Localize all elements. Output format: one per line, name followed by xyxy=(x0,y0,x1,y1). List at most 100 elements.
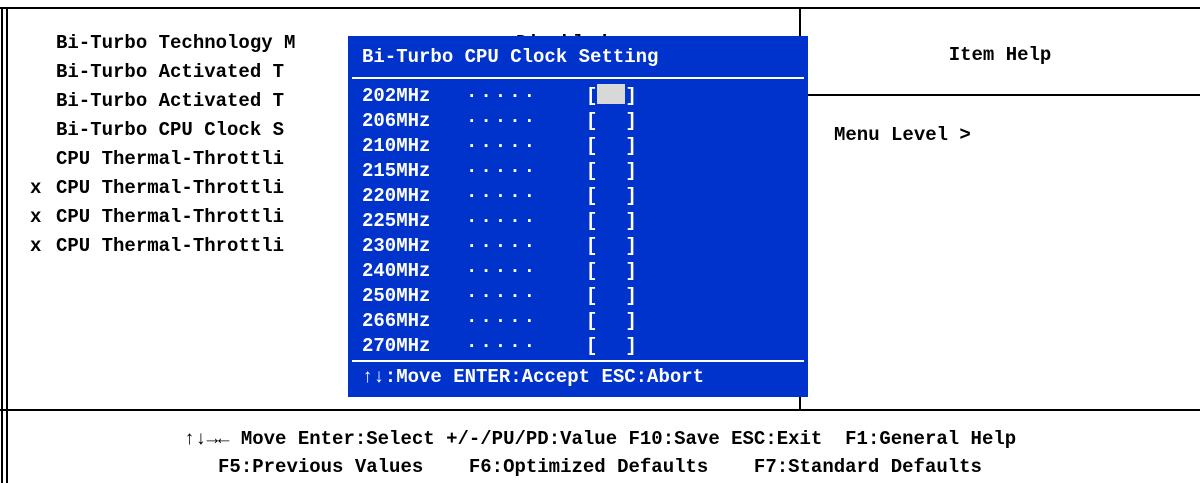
leader-dots: ····· xyxy=(466,135,539,157)
setting-row[interactable]: x CPU Thermal-Throttli xyxy=(30,175,284,201)
setting-marker xyxy=(30,117,56,143)
setting-row[interactable]: Bi-Turbo Activated T xyxy=(30,88,284,114)
clock-option[interactable]: 266MHz ····· [] xyxy=(362,309,637,334)
frame-left-border-inner xyxy=(6,7,8,483)
bracket-close: ] xyxy=(625,110,637,132)
clock-option-label: 266MHz xyxy=(362,310,431,332)
leader-dots: ····· xyxy=(466,335,539,357)
clock-option-label: 220MHz xyxy=(362,185,431,207)
leader-dots: ····· xyxy=(466,185,539,207)
popup-title-separator xyxy=(352,77,804,79)
selection-highlight xyxy=(597,309,625,329)
clock-option-label: 270MHz xyxy=(362,335,431,357)
clock-option-label: 202MHz xyxy=(362,85,431,107)
clock-setting-popup: Bi-Turbo CPU Clock Setting 202MHz ····· []… xyxy=(348,36,808,397)
bracket-close: ] xyxy=(625,160,637,182)
bracket-open: [ xyxy=(586,285,598,307)
selection-highlight xyxy=(597,84,626,104)
leader-dots: ····· xyxy=(466,210,539,232)
clock-option[interactable]: 206MHz ····· [] xyxy=(362,109,637,134)
setting-label: Bi-Turbo Technology M xyxy=(56,32,296,54)
option-checkbox[interactable]: [] xyxy=(586,259,637,282)
clock-option[interactable]: 202MHz ····· [] xyxy=(362,84,637,109)
bracket-open: [ xyxy=(586,110,598,132)
clock-option[interactable]: 240MHz ····· [] xyxy=(362,259,637,284)
bracket-close: ] xyxy=(625,210,637,232)
option-checkbox[interactable]: [] xyxy=(586,309,637,332)
bracket-open: [ xyxy=(586,235,598,257)
setting-row[interactable]: x CPU Thermal-Throttli xyxy=(30,204,284,230)
setting-marker: x xyxy=(30,206,42,228)
setting-marker xyxy=(30,59,56,85)
bracket-open: [ xyxy=(586,260,598,282)
leader-dots: ····· xyxy=(466,110,539,132)
option-checkbox[interactable]: [] xyxy=(586,159,637,182)
clock-option-label: 230MHz xyxy=(362,235,431,257)
leader-dots: ····· xyxy=(466,260,539,282)
clock-option-label: 206MHz xyxy=(362,110,431,132)
setting-label: Bi-Turbo Activated T xyxy=(56,61,285,83)
setting-label: CPU Thermal-Throttli xyxy=(56,177,285,199)
leader-dots: ····· xyxy=(466,285,539,307)
setting-row[interactable]: Bi-Turbo CPU Clock S xyxy=(30,117,284,143)
option-checkbox[interactable]: [] xyxy=(586,284,637,307)
setting-row[interactable]: Bi-Turbo Activated T xyxy=(30,59,284,85)
setting-marker: x xyxy=(30,235,42,257)
setting-marker xyxy=(30,30,56,56)
leader-dots: ····· xyxy=(466,85,539,107)
bracket-close: ] xyxy=(625,260,637,282)
selection-highlight xyxy=(597,109,625,129)
setting-label: CPU Thermal-Throttli xyxy=(56,235,285,257)
bracket-open: [ xyxy=(586,185,598,207)
frame-top-border xyxy=(0,7,1200,9)
footer-keys-line1: ↑↓→← Move Enter:Select +/-/PU/PD:Value F… xyxy=(183,428,1017,450)
popup-footer-separator xyxy=(352,360,804,362)
clock-option[interactable]: 215MHz ····· [] xyxy=(362,159,637,184)
help-title-underline xyxy=(800,94,1200,96)
setting-marker xyxy=(30,88,56,114)
setting-label: Bi-Turbo CPU Clock S xyxy=(56,119,285,141)
leader-dots: ····· xyxy=(466,160,539,182)
footer-keys-line2: F5:Previous Values F6:Optimized Defaults… xyxy=(218,456,982,478)
setting-label: CPU Thermal-Throttli xyxy=(56,148,285,170)
bios-screen: Bi-Turbo Technology MDisabled Bi-Turbo A… xyxy=(0,0,1200,483)
clock-option[interactable]: 210MHz ····· [] xyxy=(362,134,637,159)
option-checkbox[interactable]: [] xyxy=(586,184,637,207)
clock-option-label: 250MHz xyxy=(362,285,431,307)
item-help-title: Item Help xyxy=(948,44,1052,66)
popup-key-hints: ↑↓:Move ENTER:Accept ESC:Abort xyxy=(362,366,705,388)
bracket-close: ] xyxy=(625,135,637,157)
selection-highlight xyxy=(597,259,625,279)
clock-option[interactable]: 220MHz ····· [] xyxy=(362,184,637,209)
setting-row[interactable]: CPU Thermal-Throttli xyxy=(30,146,284,172)
bracket-open: [ xyxy=(586,135,598,157)
bracket-open: [ xyxy=(586,335,598,357)
clock-option-label: 210MHz xyxy=(362,135,431,157)
setting-row[interactable]: x CPU Thermal-Throttli xyxy=(30,233,284,259)
bracket-close: ] xyxy=(625,335,637,357)
clock-option[interactable]: 225MHz ····· [] xyxy=(362,209,637,234)
bracket-close: ] xyxy=(625,310,637,332)
option-checkbox[interactable]: [] xyxy=(586,109,637,132)
setting-marker xyxy=(30,146,56,172)
clock-option[interactable]: 230MHz ····· [] xyxy=(362,234,637,259)
bracket-open: [ xyxy=(586,310,598,332)
selection-highlight xyxy=(597,184,625,204)
option-checkbox[interactable]: [] xyxy=(586,209,637,232)
selection-highlight xyxy=(597,159,625,179)
leader-dots: ····· xyxy=(466,310,539,332)
setting-row[interactable]: Bi-Turbo Technology MDisabled xyxy=(30,30,607,56)
bracket-close: ] xyxy=(625,85,637,107)
option-checkbox[interactable]: [] xyxy=(586,84,637,107)
setting-label: Bi-Turbo Activated T xyxy=(56,90,285,112)
clock-option[interactable]: 250MHz ····· [] xyxy=(362,284,637,309)
option-checkbox[interactable]: [] xyxy=(586,134,637,157)
option-checkbox[interactable]: [] xyxy=(586,334,637,357)
clock-option-label: 225MHz xyxy=(362,210,431,232)
clock-option[interactable]: 270MHz ····· [] xyxy=(362,334,637,359)
bracket-open: [ xyxy=(586,160,598,182)
option-checkbox[interactable]: [] xyxy=(586,234,637,257)
bracket-open: [ xyxy=(586,85,598,107)
setting-marker: x xyxy=(30,177,42,199)
popup-title: Bi-Turbo CPU Clock Setting xyxy=(362,46,659,68)
